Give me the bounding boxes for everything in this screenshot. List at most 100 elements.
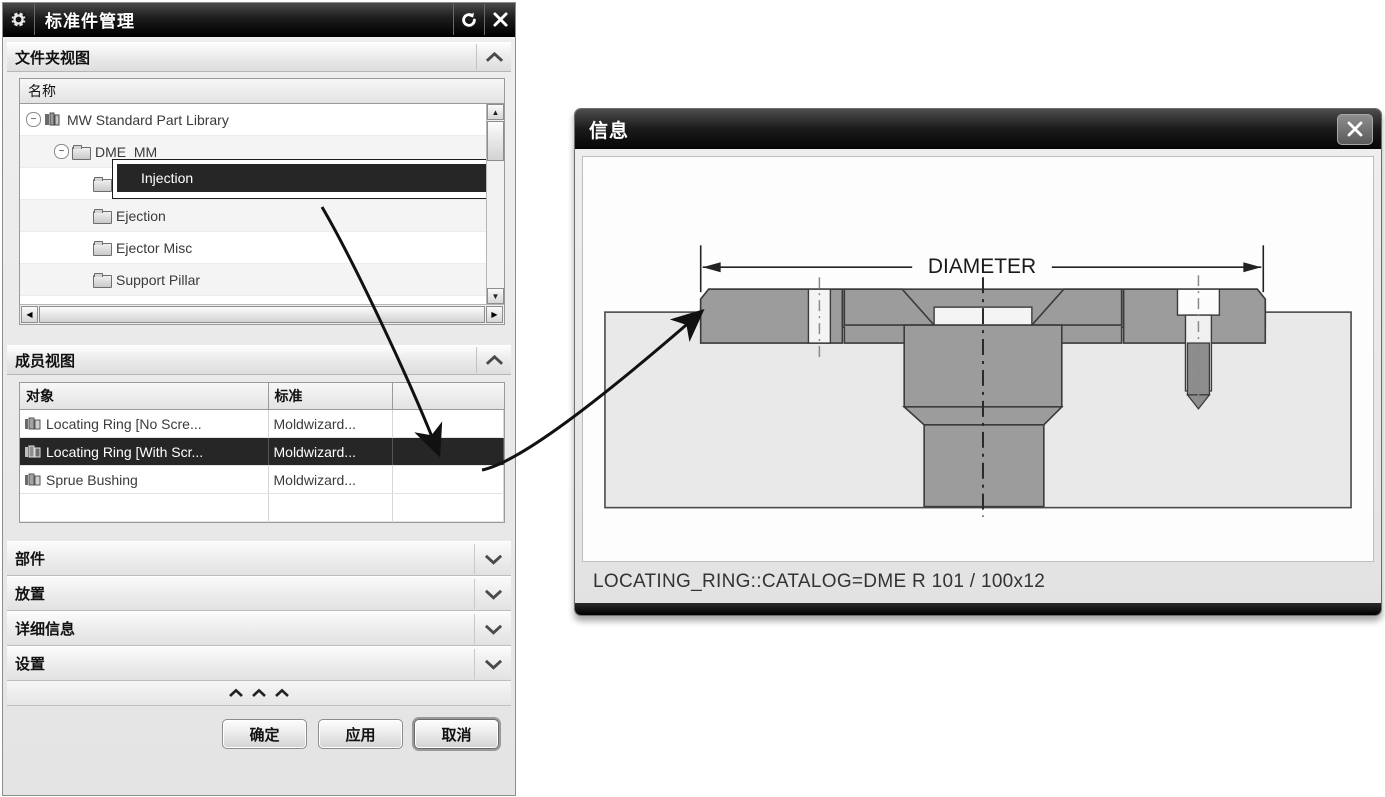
catalog-caption: LOCATING_RING::CATALOG=DME R 101 / 100x1… — [593, 571, 1046, 592]
tree-item-ejection[interactable]: Ejection — [20, 200, 486, 232]
part-icon — [25, 445, 42, 459]
section-label: 放置 — [15, 586, 46, 603]
member-table: 对象 标准 Locating Ring [No Scre... Moldwiza… — [20, 383, 504, 522]
folder-tree[interactable]: − MW Standard Part Library − DME_MM Ejec… — [20, 104, 504, 304]
section-details[interactable]: 详细信息 — [7, 611, 511, 646]
dialog-title: 标准件管理 — [45, 12, 135, 31]
cell-standard: Moldwizard... — [268, 465, 393, 494]
cell-extra — [392, 465, 504, 494]
section-placement[interactable]: 放置 — [7, 576, 511, 611]
table-row[interactable]: Locating Ring [No Scre... Moldwizard... — [20, 409, 504, 438]
section-label: 详细信息 — [15, 621, 76, 638]
tree-horizontal-scrollbar[interactable]: ◀ ▶ — [20, 304, 504, 324]
chevron-up-icon — [252, 688, 266, 697]
scroll-right-icon[interactable]: ▶ — [486, 306, 503, 323]
tree-item-ejector-misc[interactable]: Ejector Misc — [20, 232, 486, 264]
cell-object: Locating Ring [No Scre... — [20, 409, 269, 438]
section-label: 设置 — [15, 656, 46, 673]
gear-icon — [3, 4, 35, 35]
apply-button[interactable]: 应用 — [318, 719, 403, 749]
collapse-all-button[interactable]: ^ ^ ^ — [7, 681, 511, 706]
table-row[interactable] — [20, 493, 504, 522]
tree-item-label: DME_MM — [95, 143, 158, 160]
tree-rows: − MW Standard Part Library − DME_MM Ejec… — [20, 104, 486, 304]
standard-part-management-dialog: 标准件管理 文件夹视图 名称 − MW Standard Part Librar… — [2, 2, 516, 796]
dialog-titlebar: 标准件管理 — [3, 3, 515, 37]
chevron-up-icon — [229, 688, 243, 697]
folder-icon — [93, 177, 112, 192]
tree-vertical-scrollbar[interactable]: ▲ ▼ — [486, 104, 504, 304]
tree-item-label: MW Standard Part Library — [67, 111, 229, 128]
folder-icon — [93, 241, 112, 256]
tree-item-label: Support Pillar — [116, 271, 201, 288]
cell-standard — [268, 493, 393, 522]
chevron-down-icon[interactable] — [474, 578, 511, 609]
member-view-section-header[interactable]: 成员视图 — [7, 345, 511, 375]
tree-item-label: Ejector Misc — [116, 239, 193, 256]
folder-view-label: 文件夹视图 — [15, 49, 91, 67]
table-row[interactable]: Sprue Bushing Moldwizard... — [20, 465, 504, 494]
scrollbar-thumb[interactable] — [487, 121, 504, 161]
info-dialog-title: 信息 — [589, 120, 630, 142]
section-parts[interactable]: 部件 — [7, 541, 511, 576]
cell-object-text: Sprue Bushing — [46, 471, 138, 488]
dialog-button-row: 确定 应用 取消 — [3, 706, 515, 749]
cell-object: Locating Ring [With Scr... — [20, 437, 269, 466]
chevron-up-icon — [275, 688, 289, 697]
info-dialog: 信息 DIAMETER LOCATING_RING::CATALOG=DME R… — [574, 108, 1382, 616]
expander-icon[interactable]: − — [54, 144, 69, 159]
scroll-down-icon[interactable]: ▼ — [487, 288, 504, 304]
cell-extra — [392, 437, 504, 466]
cell-object: Sprue Bushing — [20, 465, 269, 494]
member-view-label: 成员视图 — [15, 352, 76, 370]
chevron-down-icon[interactable] — [474, 613, 511, 644]
diameter-label: DIAMETER — [928, 255, 1036, 278]
library-icon — [44, 112, 62, 127]
cell-standard: Moldwizard... — [268, 409, 393, 438]
scroll-left-icon[interactable]: ◀ — [21, 306, 38, 323]
scrollbar-thumb[interactable] — [39, 306, 485, 323]
folder-icon — [93, 209, 112, 224]
scroll-up-icon[interactable]: ▲ — [487, 104, 504, 120]
table-row-selected[interactable]: Locating Ring [With Scr... Moldwizard... — [20, 437, 504, 466]
chevron-up-icon[interactable] — [476, 44, 511, 70]
chevron-down-icon[interactable] — [474, 543, 511, 574]
part-icon — [25, 473, 42, 487]
cell-object-text: Locating Ring [No Scre... — [46, 415, 202, 432]
chevron-up-icon[interactable] — [476, 347, 511, 373]
scrollbar-track[interactable] — [487, 162, 504, 288]
column-header-object[interactable]: 对象 — [20, 383, 269, 410]
folder-icon — [93, 273, 112, 288]
section-label: 部件 — [15, 551, 46, 568]
drawing-viewport: DIAMETER — [582, 156, 1374, 562]
column-header-extra[interactable] — [392, 383, 504, 410]
reset-icon[interactable] — [453, 4, 484, 35]
tree-column-header: 名称 — [20, 79, 504, 104]
tree-item-support-pillar[interactable]: Support Pillar — [20, 264, 486, 296]
expander-icon[interactable]: − — [26, 112, 41, 127]
cell-object-text: Locating Ring [With Scr... — [46, 443, 204, 460]
dialog-footer-bar — [575, 603, 1381, 615]
close-icon[interactable] — [1337, 113, 1373, 145]
member-table-panel: 对象 标准 Locating Ring [No Scre... Moldwiza… — [19, 382, 505, 523]
cell-extra — [392, 409, 504, 438]
close-icon[interactable] — [484, 4, 515, 35]
cancel-button[interactable]: 取消 — [414, 719, 499, 749]
section-settings[interactable]: 设置 — [7, 646, 511, 681]
ok-button[interactable]: 确定 — [222, 719, 307, 749]
tree-item-label: Ejection — [116, 207, 166, 224]
tree-item-label: Injection — [141, 170, 194, 186]
folder-view-section-header[interactable]: 文件夹视图 — [7, 42, 511, 72]
cell-object — [20, 493, 269, 522]
cell-extra — [392, 493, 504, 522]
folder-icon — [72, 145, 91, 160]
chevron-down-icon[interactable] — [474, 648, 511, 679]
column-header-standard[interactable]: 标准 — [268, 383, 393, 410]
folder-tree-panel: 名称 − MW Standard Part Library − DME_MM E… — [19, 78, 505, 325]
info-dialog-titlebar: 信息 — [575, 109, 1381, 149]
tree-item-library[interactable]: − MW Standard Part Library — [20, 104, 486, 136]
cell-standard: Moldwizard... — [268, 437, 393, 466]
locating-ring-cross-section-drawing: DIAMETER — [604, 245, 1352, 517]
tree-item-injection-selected[interactable]: Injection — [117, 164, 486, 192]
part-icon — [25, 417, 42, 431]
